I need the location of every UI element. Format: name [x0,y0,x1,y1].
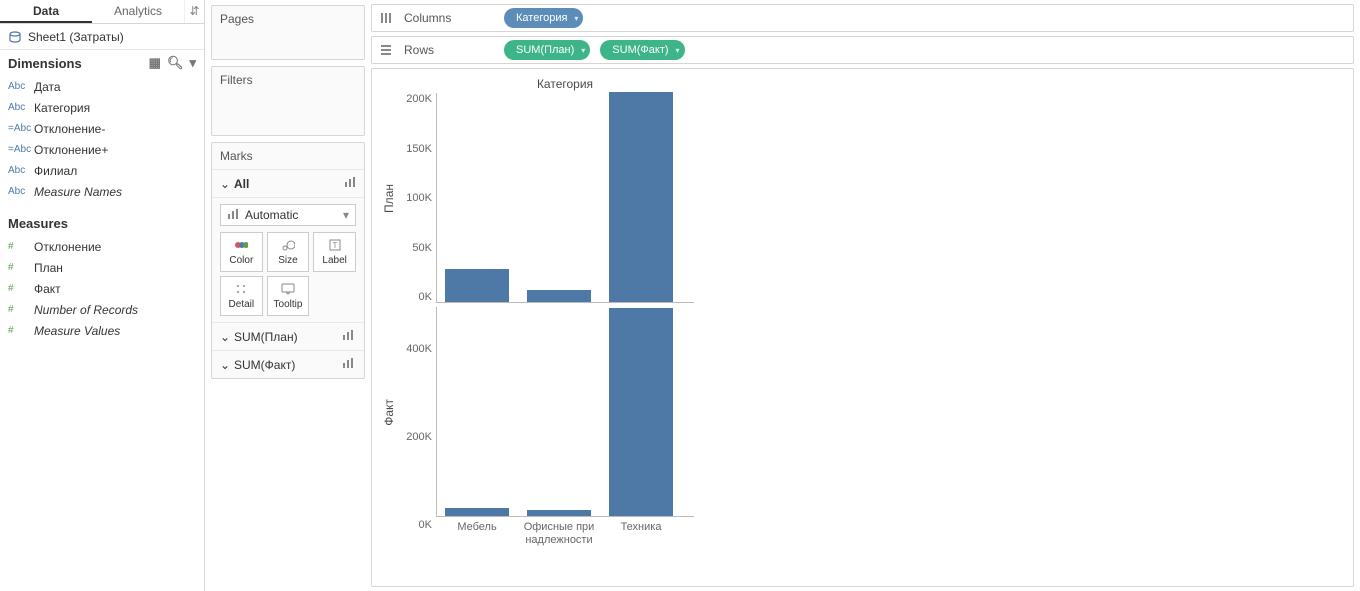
measure-field[interactable]: #План [0,257,204,278]
x-axis: Мебель Офисные при надлежности Техника [380,521,694,547]
bar-icon [342,357,356,372]
plot-plan[interactable] [436,93,694,303]
bar-plan-office[interactable] [527,290,591,302]
color-icon [234,238,248,252]
row-pill-plan[interactable]: SUM(План) [504,40,590,60]
filters-card[interactable]: Filters [211,66,365,136]
bar-plan-mebel[interactable] [445,269,509,302]
dimensions-header: Dimensions ▦ 🔍︎ ▾ [0,50,204,76]
label-icon: T [329,238,341,252]
chart-title: Категория [380,77,694,91]
rows-shelf[interactable]: Rows SUM(План) SUM(Факт) [371,36,1354,64]
bar-fact-office[interactable] [527,510,591,516]
marks-sub-fact[interactable]: ⌄ SUM(Факт) [212,350,364,378]
bar-fact-mebel[interactable] [445,508,509,516]
dimension-field[interactable]: =AbcОтклонение+ [0,139,204,160]
size-button[interactable]: Size [267,232,310,272]
row-pill-fact[interactable]: SUM(Факт) [600,40,684,60]
measure-field[interactable]: #Факт [0,278,204,299]
view-as-icon[interactable]: ▦ [149,55,161,71]
tab-data[interactable]: Data [0,0,92,23]
column-pill-category[interactable]: Категория [504,8,583,28]
bar-fact-tech[interactable] [609,308,673,516]
measures-list: #Отклонение #План #Факт #Number of Recor… [0,236,204,341]
plot-fact[interactable] [436,307,694,517]
tooltip-button[interactable]: Tooltip [267,276,310,316]
menu-icon[interactable]: ▾ [189,55,196,71]
mark-type-label: Automatic [245,208,298,222]
y-axis-ticks-plan: 200K 150K 100K 50K 0K [398,93,436,303]
y-axis-label-fact: Факт [380,307,398,517]
viz-area: Columns Категория Rows SUM(План) SUM(Фак… [365,0,1360,591]
mark-type-dropdown[interactable]: Automatic ▾ [220,204,356,226]
chevron-down-icon: ⌄ [220,177,234,191]
x-label-tech: Техника [600,521,682,547]
y-axis-label-plan: План [380,93,398,303]
color-button[interactable]: Color [220,232,263,272]
marks-title: Marks [212,143,364,170]
marks-buttons: Color Size T Label Detail Tooltip [212,232,364,322]
tooltip-icon [281,282,295,296]
dimension-field[interactable]: AbcФилиал [0,160,204,181]
chevron-right-icon: ⌄ [220,358,234,372]
side-tabs: Data Analytics ⇵ [0,0,204,24]
cards-panel: Pages Filters Marks ⌄ All Automatic ▾ [205,0,365,591]
size-icon [281,238,295,252]
pages-card[interactable]: Pages [211,5,365,60]
detail-button[interactable]: Detail [220,276,263,316]
detail-icon [235,282,247,296]
pages-title: Pages [212,6,364,32]
dimension-field[interactable]: AbcДата [0,76,204,97]
visualization[interactable]: Категория План 200K 150K 100K 50K 0K [371,68,1354,587]
datasource-icon [8,30,22,44]
dimension-field[interactable]: AbcMeasure Names [0,181,204,202]
chevron-right-icon: ⌄ [220,330,234,344]
x-label-mebel: Мебель [436,521,518,547]
rows-icon [378,42,394,58]
datasource-name: Sheet1 (Затраты) [28,30,124,44]
data-panel: Data Analytics ⇵ Sheet1 (Затраты) Dimens… [0,0,205,591]
x-label-office: Офисные при надлежности [518,521,600,547]
bar-icon [342,329,356,344]
filters-title: Filters [212,67,364,93]
marks-card: Marks ⌄ All Automatic ▾ Color [211,142,365,379]
columns-label: Columns [404,11,494,25]
dimensions-list: AbcДата AbcКатегория =AbcОтклонение- =Ab… [0,76,204,202]
marks-sub-plan[interactable]: ⌄ SUM(План) [212,322,364,350]
bar-plan-tech[interactable] [609,92,673,302]
dimension-field[interactable]: =AbcОтклонение- [0,118,204,139]
columns-icon [378,10,394,26]
bar-icon [227,208,239,223]
measure-field[interactable]: #Measure Values [0,320,204,341]
measure-field[interactable]: #Number of Records [0,299,204,320]
marks-all-row[interactable]: ⌄ All [212,170,364,198]
chevron-down-icon: ▾ [343,208,349,222]
tab-dropdown[interactable]: ⇵ [184,0,204,23]
search-icon[interactable]: 🔍︎ [167,55,184,71]
marks-all-label: All [234,177,344,191]
bar-icon [344,176,356,191]
y-axis-ticks-fact: 400K 200K 0K [398,307,436,517]
dimension-field[interactable]: AbcКатегория [0,97,204,118]
rows-label: Rows [404,43,494,57]
tab-analytics[interactable]: Analytics [92,0,184,23]
datasource-row[interactable]: Sheet1 (Затраты) [0,24,204,50]
label-button[interactable]: T Label [313,232,356,272]
measures-header: Measures [0,210,204,236]
measure-field[interactable]: #Отклонение [0,236,204,257]
columns-shelf[interactable]: Columns Категория [371,4,1354,32]
svg-text:T: T [332,241,337,250]
